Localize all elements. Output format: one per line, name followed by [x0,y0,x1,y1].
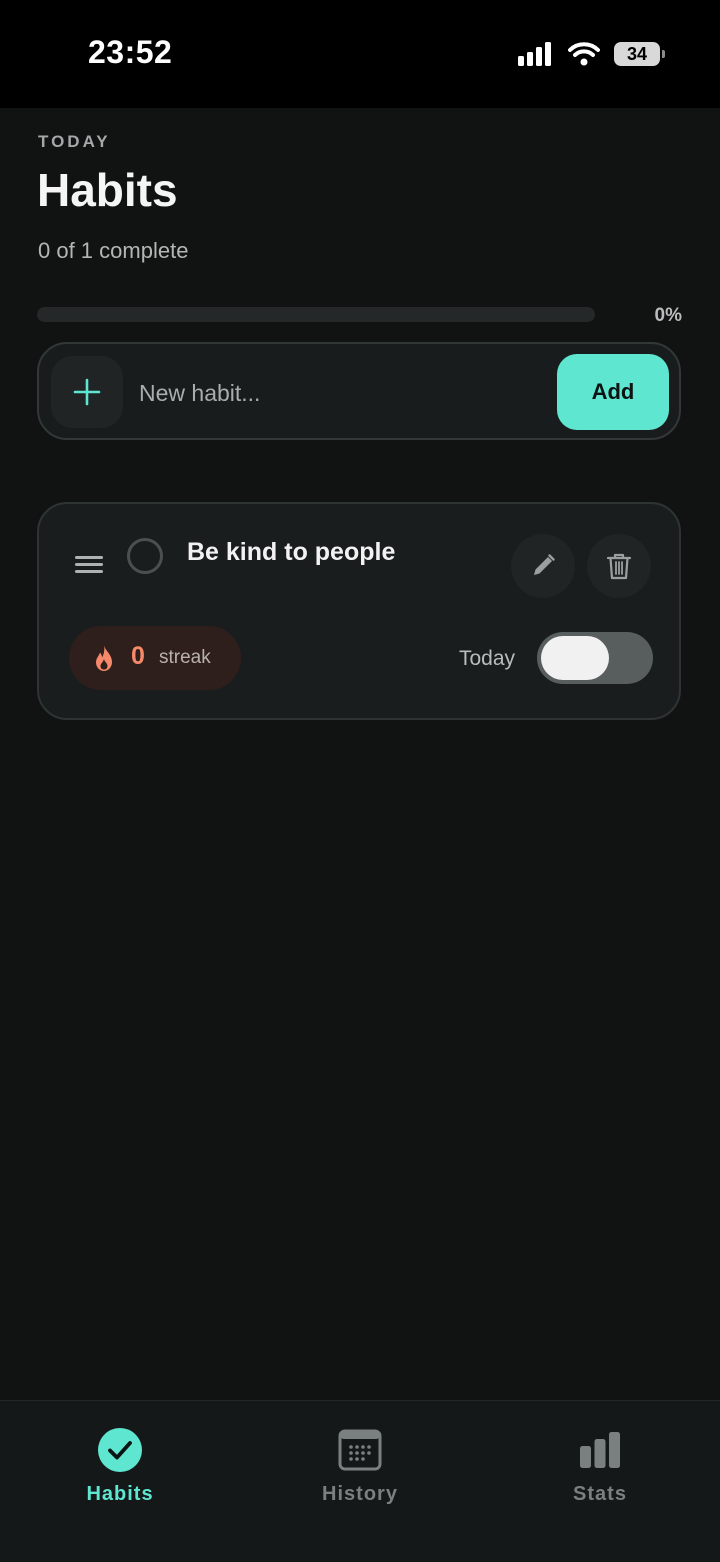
streak-badge: 0 streak [69,626,241,690]
completion-summary: 0 of 1 complete [38,238,189,263]
add-habit-button[interactable]: Add [557,354,669,430]
wifi-icon [568,42,600,66]
delete-habit-button[interactable] [587,534,651,598]
page-title: Habits [37,164,178,216]
tab-stats[interactable]: Stats [480,1401,720,1521]
flame-icon [96,645,112,671]
add-habit-row: Add [37,342,681,440]
calendar-icon [337,1427,383,1473]
tab-history[interactable]: History [240,1401,480,1521]
drag-handle-icon[interactable] [75,556,103,574]
streak-label: streak [159,647,211,668]
edit-habit-button[interactable] [511,534,575,598]
today-label: Today [459,647,516,670]
progress-percent: 0% [654,305,682,326]
tab-habits[interactable]: Habits [0,1401,240,1521]
toggle-knob [541,636,609,680]
check-circle-icon [97,1427,143,1473]
streak-count: 0 [131,642,145,670]
plus-icon[interactable] [51,356,123,428]
battery-indicator: 34 [614,42,665,66]
pencil-icon [534,554,555,575]
bottom-tab-bar: Habits History Stats [0,1400,720,1562]
habit-complete-checkbox[interactable] [127,538,163,574]
today-toggle[interactable] [537,632,653,684]
cellular-signal-icon [518,42,551,66]
status-icons: 34 [518,40,665,68]
date-eyebrow: TODAY [38,132,111,151]
tab-label-history: History [322,1483,398,1505]
habit-name: Be kind to people [187,538,396,566]
status-time: 23:52 [88,34,173,70]
tab-label-habits: Habits [86,1483,154,1505]
tab-label-stats: Stats [573,1483,627,1505]
habits-screen: TODAY Habits 0 of 1 complete 0% Add Be k… [0,108,720,1400]
trash-icon [606,553,632,580]
status-bar: 23:52 34 [0,0,720,108]
progress-bar [37,307,595,322]
new-habit-input[interactable] [137,364,551,422]
bar-chart-icon [577,1427,623,1473]
habit-card: Be kind to people 0 streak Today [37,502,681,720]
